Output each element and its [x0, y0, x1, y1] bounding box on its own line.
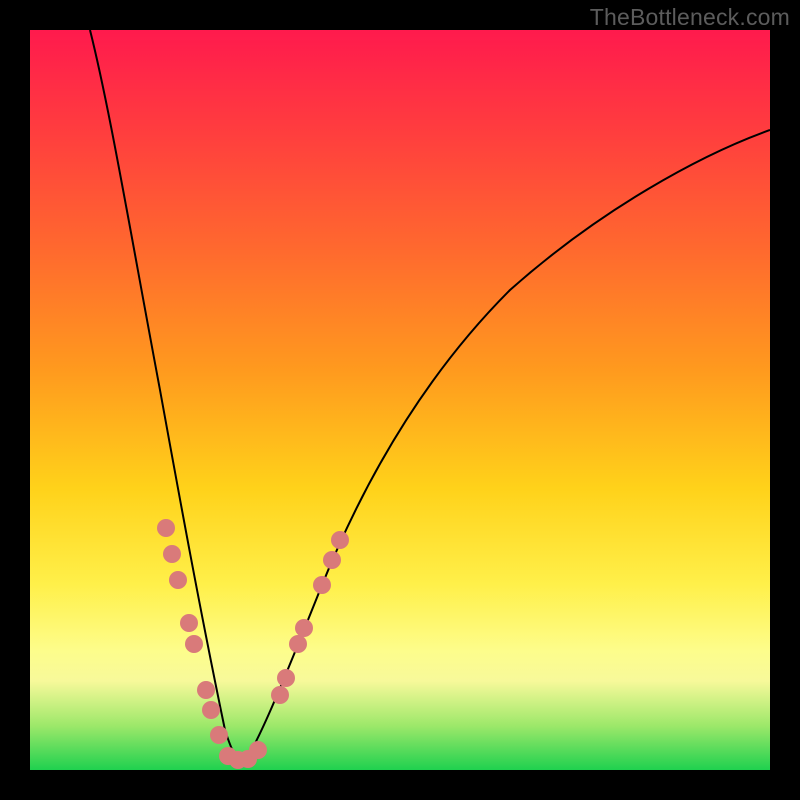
curve-right-branch [243, 130, 770, 763]
data-dot [169, 571, 187, 589]
data-dot [331, 531, 349, 549]
curve-left-branch [90, 30, 243, 763]
data-dot [289, 635, 307, 653]
data-dot [249, 741, 267, 759]
data-dot [197, 681, 215, 699]
data-dot [295, 619, 313, 637]
data-dot [185, 635, 203, 653]
data-dot [271, 686, 289, 704]
data-dot [210, 726, 228, 744]
chart-svg [30, 30, 770, 770]
data-dot [313, 576, 331, 594]
data-dot [323, 551, 341, 569]
data-dot [202, 701, 220, 719]
dot-cluster-left [157, 519, 267, 769]
data-dot [157, 519, 175, 537]
outer-frame: TheBottleneck.com [0, 0, 800, 800]
data-dot [180, 614, 198, 632]
watermark-text: TheBottleneck.com [590, 4, 790, 31]
plot-area [30, 30, 770, 770]
data-dot [163, 545, 181, 563]
data-dot [277, 669, 295, 687]
